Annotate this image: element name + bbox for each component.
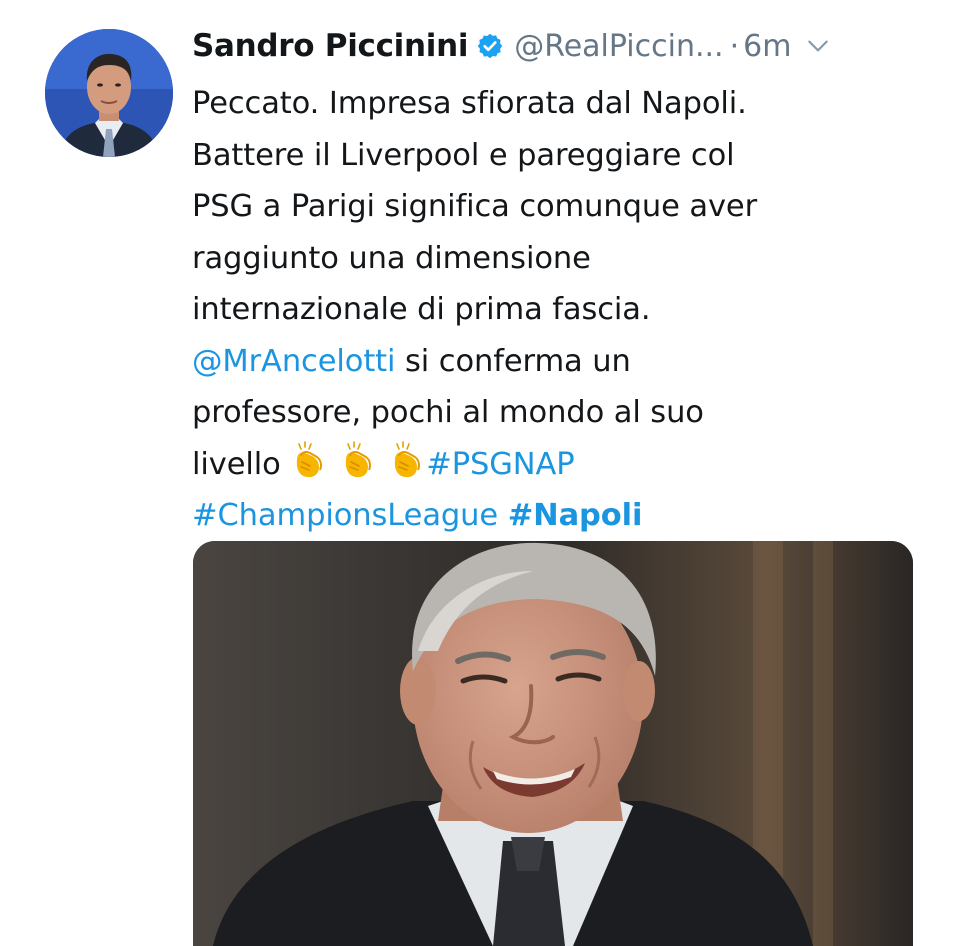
tweet-media-image[interactable]	[193, 541, 913, 946]
tweet-text-line: professore, pochi al mondo al suo	[192, 395, 704, 430]
tweet-text-fragment: si conferma un	[395, 343, 631, 379]
clapping-hands-emoji-icon	[346, 440, 372, 477]
clapping-hands-emoji-icon	[395, 440, 421, 477]
display-name[interactable]: Sandro Piccinini	[192, 28, 469, 64]
hashtag-link[interactable]: #ChampionsLeague	[192, 498, 498, 533]
timestamp[interactable]: 6m	[743, 29, 791, 64]
mention-link[interactable]: @MrAncelotti	[192, 344, 396, 379]
tweet-text-line: internazionale di prima fascia.	[192, 292, 651, 327]
tweet-card[interactable]: Sandro Piccinini @RealPiccin... · 6m Pec…	[0, 0, 960, 946]
verified-badge-icon	[477, 33, 503, 59]
avatar[interactable]	[45, 29, 173, 157]
separator-dot: ·	[729, 28, 740, 64]
tweet-text-line: #ChampionsLeague #Napoli	[192, 490, 932, 542]
tweet-text-line: Peccato. Impresa sfiorata dal Napoli.	[192, 86, 747, 121]
tweet-text-fragment	[498, 498, 508, 533]
tweet-text-line: raggiunto una dimensione	[192, 240, 591, 276]
tweet-text-line: livello #PSGNAP	[192, 439, 932, 491]
tweet-header: Sandro Piccinini @RealPiccin... · 6m	[192, 22, 932, 70]
user-handle[interactable]: @RealPiccin...	[514, 29, 723, 64]
tweet-text-line: PSG a Parigi significa comunque aver	[192, 189, 758, 224]
hashtag-link[interactable]: #Napoli	[508, 498, 643, 533]
tweet-text: Peccato. Impresa sfiorata dal Napoli. Ba…	[192, 78, 932, 542]
tweet-text-fragment: livello	[192, 446, 291, 482]
tweet-text-line: Battere il Liverpool e pareggiare col	[192, 137, 735, 173]
tweet-text-line: @MrAncelotti si conferma un	[192, 336, 932, 388]
hashtag-link[interactable]: #PSGNAP	[426, 447, 574, 482]
clapping-hands-emoji-icon	[297, 440, 323, 477]
chevron-down-icon[interactable]	[805, 33, 831, 59]
